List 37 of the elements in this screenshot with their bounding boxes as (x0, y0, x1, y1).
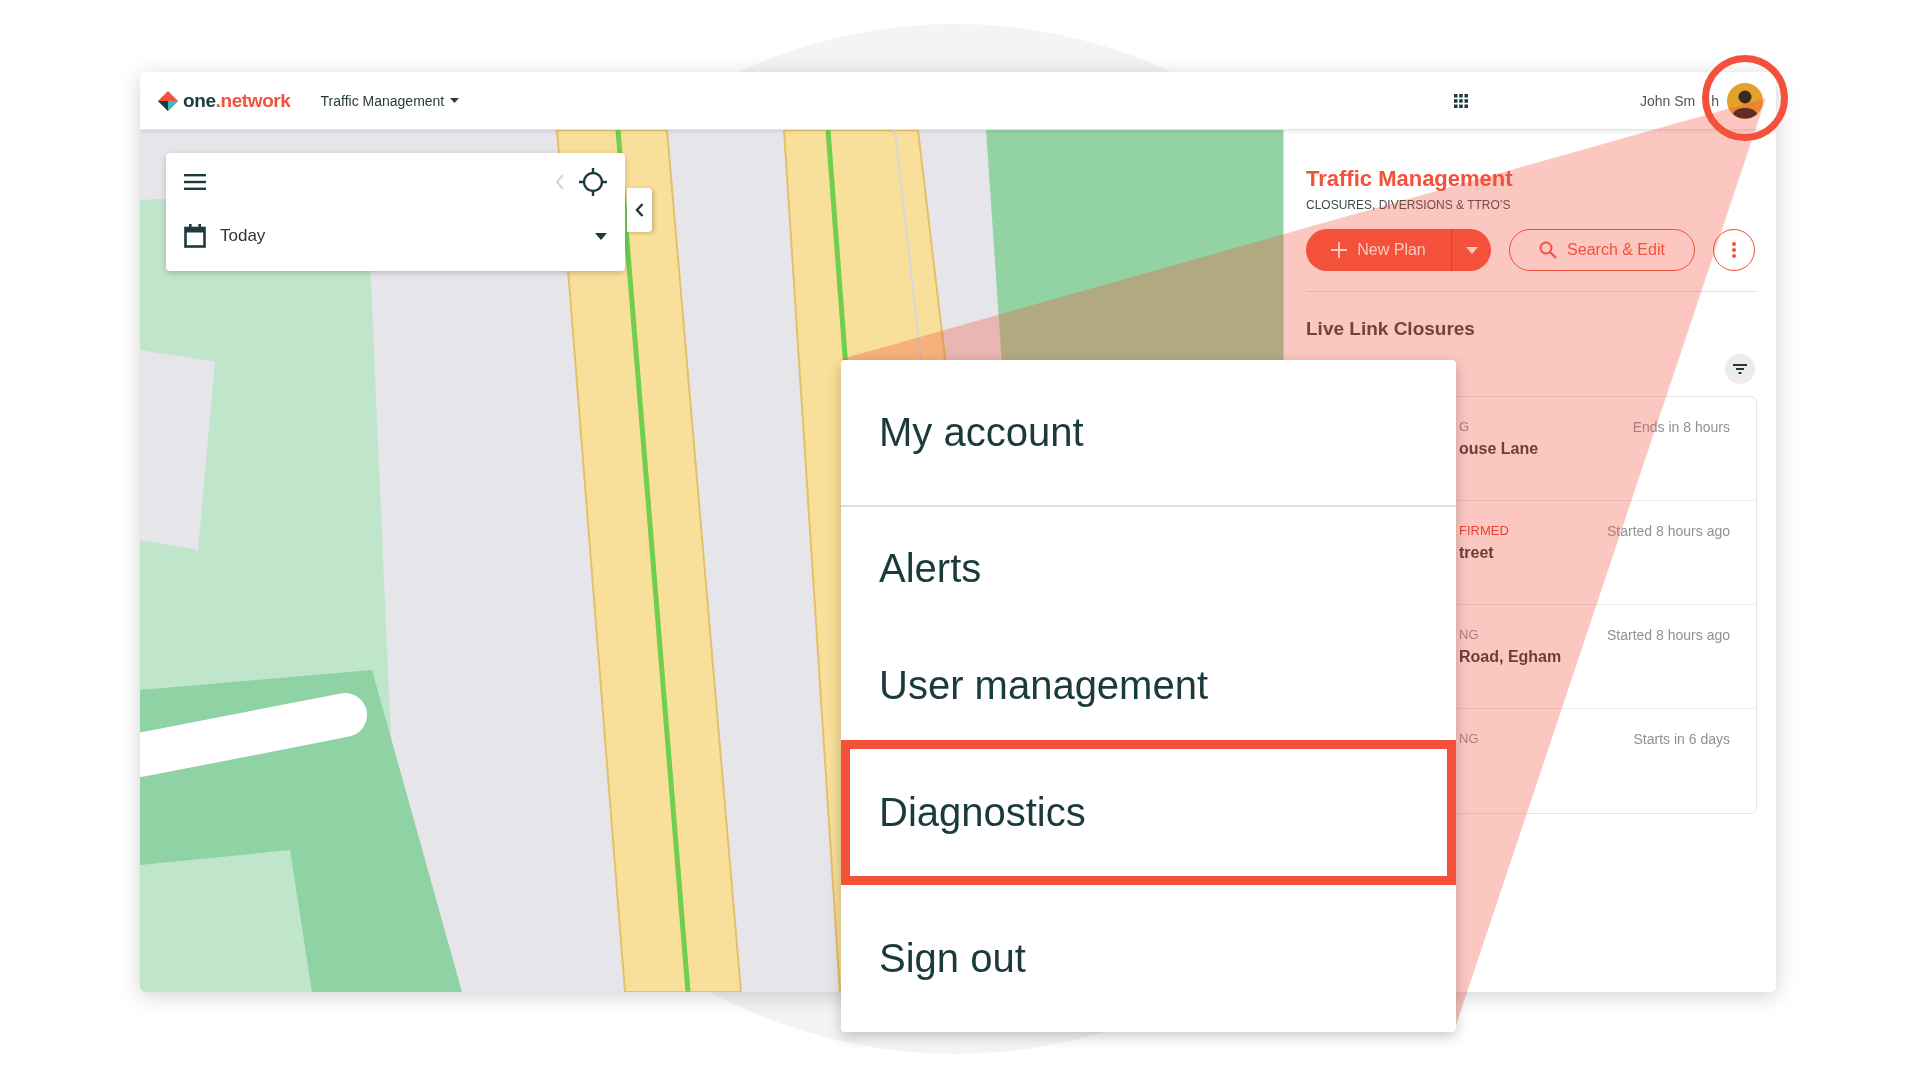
date-select[interactable]: Today (180, 212, 611, 260)
closure-location: Road, Egham (1459, 648, 1562, 666)
closure-time: Started 8 hours ago (1607, 627, 1730, 645)
caret-icon (1465, 246, 1478, 254)
menu-item[interactable]: Sign out (841, 885, 1456, 1032)
closure-location: treet (1459, 544, 1495, 562)
user-name: h (1711, 92, 1719, 109)
more-options-button[interactable] (1713, 229, 1755, 271)
closure-location: ouse Lane (1459, 440, 1539, 458)
caret-icon (450, 98, 460, 103)
avatar[interactable] (1727, 82, 1763, 119)
closure-time: Ends in 8 hours (1632, 419, 1730, 437)
closure-time: Starts in 6 days (1633, 731, 1730, 749)
panel-subtitle: CLOSURES, DIVERSIONS & TTRO’S (1306, 198, 1512, 212)
logo-text: one.network (183, 89, 291, 112)
calendar-icon (184, 224, 206, 248)
search-icon (1539, 241, 1558, 259)
logo-icon (157, 89, 179, 112)
chevron-icon (635, 203, 644, 217)
menu-item[interactable]: My account (841, 360, 1456, 507)
closure-status: G (1459, 419, 1471, 434)
app-menu-button[interactable]: Traffic Management (316, 88, 464, 113)
closure-status: NG (1459, 731, 1479, 746)
closure-status: FIRMED (1459, 523, 1509, 538)
plus-icon (1331, 242, 1348, 258)
panel-title: Traffic Management (1306, 166, 1514, 192)
dropdown-button[interactable] (1451, 229, 1491, 271)
user-name: John Sm (1639, 92, 1696, 109)
filter-icon[interactable] (1725, 354, 1755, 384)
caret-icon (595, 232, 607, 240)
closure-status: NG (1459, 627, 1480, 642)
kebab-icon (1732, 242, 1736, 258)
section-title: Live Link Closures (1306, 318, 1476, 340)
menu-item[interactable]: Diagnostics (841, 740, 1456, 885)
collapse-panel-button[interactable] (627, 188, 652, 232)
apps-grid-icon[interactable] (1453, 93, 1468, 108)
closure-time: Started 8 hours ago (1607, 523, 1730, 541)
